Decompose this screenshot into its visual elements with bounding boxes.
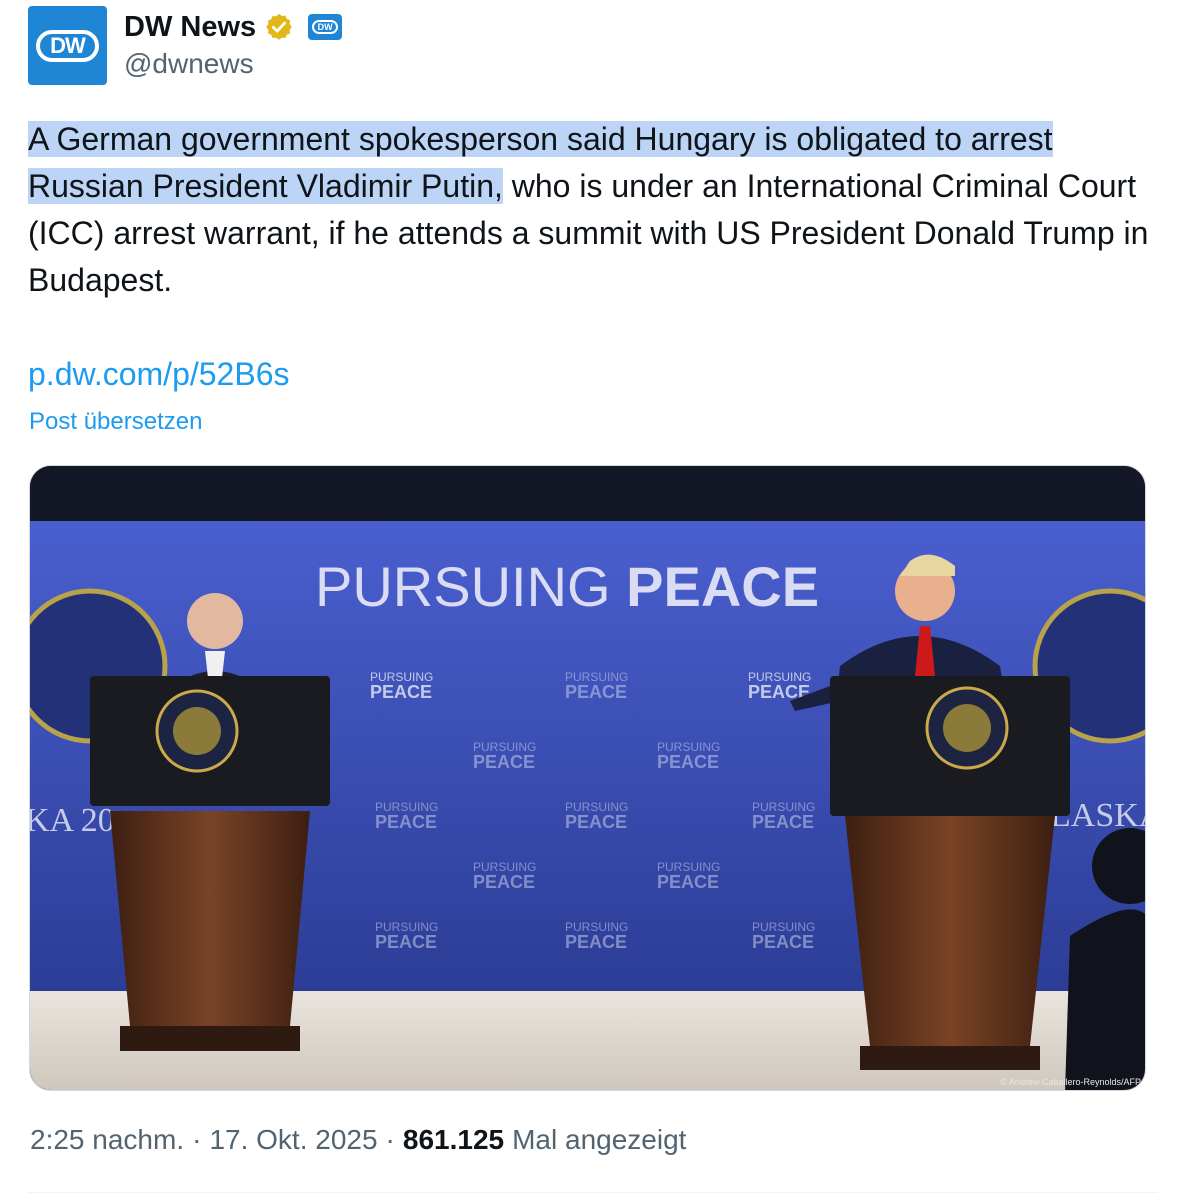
svg-text:PEACE: PEACE [657,752,719,772]
svg-text:PEACE: PEACE [565,932,627,952]
small-logo-8: PURSUINGPEACE [752,800,815,832]
tweet-photo[interactable]: KA 20 LASKA PURSUING PEACE PURSUINGPEACE… [29,465,1146,1091]
small-logo-1: PURSUINGPEACE [370,670,433,702]
small-logo-10: PURSUINGPEACE [657,860,720,892]
press-conference-photo: KA 20 LASKA PURSUING PEACE PURSUINGPEACE… [30,466,1145,1090]
verified-badge-icon[interactable] [264,12,294,42]
tweet-link[interactable]: p.dw.com/p/52B6s [28,356,289,393]
tweet-date[interactable]: 17. Okt. 2025 [209,1124,377,1156]
svg-text:PEACE: PEACE [370,682,432,702]
curtain [30,466,1145,521]
small-logo-12: PURSUINGPEACE [565,920,628,952]
views-count: 861.125 [402,1124,505,1155]
small-logo-6: PURSUINGPEACE [375,800,438,832]
affiliate-badge-text: DW [312,20,339,34]
meta-separator: · [192,1124,202,1155]
photo-credit: © Andrew Caballero-Reynolds/AFP [1000,1077,1141,1087]
small-logo-4: PURSUINGPEACE [473,740,536,772]
affiliate-badge[interactable]: DW [308,14,343,40]
divider [28,1192,1158,1193]
tweet-time[interactable]: 2:25 nachm. [30,1124,184,1156]
dw-logo-text: DW [36,30,99,62]
svg-text:PEACE: PEACE [657,872,719,892]
small-logo-5: PURSUINGPEACE [657,740,720,772]
tweet-meta: 2:25 nachm. · 17. Okt. 2025 · 861.125 Ma… [30,1124,686,1156]
name-row: DW News DW [124,8,343,46]
svg-text:PEACE: PEACE [473,872,535,892]
svg-text:PEACE: PEACE [565,682,627,702]
tweet-text: A German government spokesperson said Hu… [28,116,1158,304]
translate-post-link[interactable]: Post übersetzen [29,408,202,436]
backdrop-headline: PURSUING PEACE [315,555,819,618]
small-logo-2: PURSUINGPEACE [565,670,628,702]
svg-text:PEACE: PEACE [752,932,814,952]
svg-text:PEACE: PEACE [473,752,535,772]
svg-text:PEACE: PEACE [565,812,627,832]
account-avatar[interactable]: DW [28,6,107,85]
small-logo-13: PURSUINGPEACE [752,920,815,952]
tweet-header: DW DW News DW @dwnews [28,6,1148,86]
svg-text:PEACE: PEACE [375,812,437,832]
small-logo-11: PURSUINGPEACE [375,920,438,952]
account-handle[interactable]: @dwnews [124,48,254,80]
views-label: Mal angezeigt [512,1124,687,1155]
svg-text:PEACE: PEACE [752,812,814,832]
backdrop-partial-left: KA 20 [30,802,115,839]
small-logo-7: PURSUINGPEACE [565,800,628,832]
display-name[interactable]: DW News [124,11,256,44]
svg-text:PEACE: PEACE [375,932,437,952]
meta-separator: · [385,1124,395,1155]
small-logo-9: PURSUINGPEACE [473,860,536,892]
